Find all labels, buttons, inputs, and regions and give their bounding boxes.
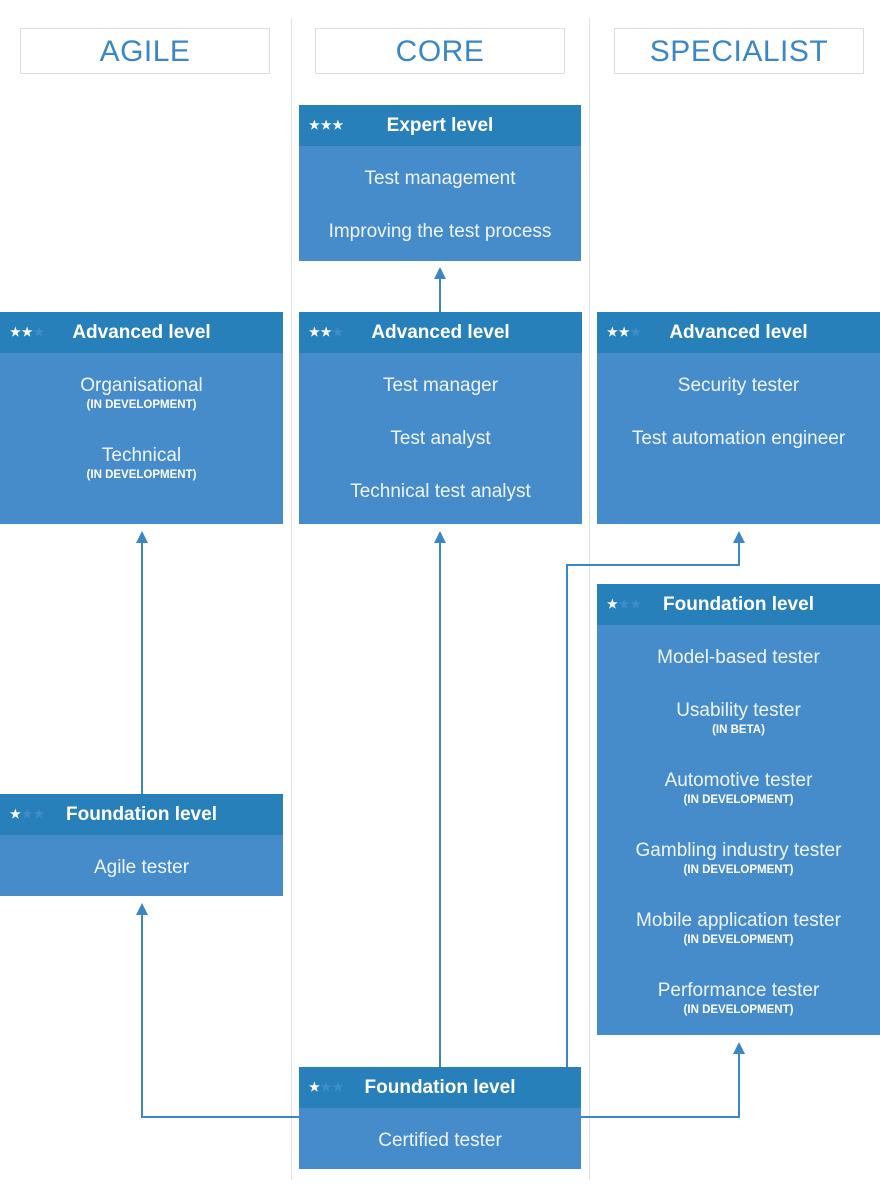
specialist-foundation-box: ★★★ Foundation level Model-based tester Usa…	[597, 584, 880, 1035]
star-icon: ★	[33, 807, 46, 821]
certification-item: Technical test analyst	[350, 481, 531, 502]
star-icon: ★	[618, 597, 631, 611]
level-body: Test management Improving the test proces…	[299, 146, 581, 258]
level-body: Agile tester	[0, 835, 283, 894]
core-advanced-box: ★★★ Advanced level Test manager Test analys…	[299, 312, 582, 524]
connector-line	[581, 1049, 740, 1118]
level-body: Model-based tester Usability tester (IN BE…	[597, 625, 880, 1017]
level-title: Advanced level	[669, 322, 808, 343]
certification-item: Certified tester	[378, 1130, 502, 1151]
level-title: Expert level	[386, 115, 494, 136]
certification-item: Test automation engineer	[631, 428, 846, 449]
level-body: Security tester Test automation engineer	[597, 353, 880, 465]
star-rating: ★★★	[607, 584, 642, 625]
level-header: ★★★ Expert level	[299, 105, 581, 146]
level-body: Organisational (IN DEVELOPMENT) Technical(…	[0, 353, 283, 482]
certification-item: Security tester	[677, 375, 800, 396]
certification-item: Test analyst	[390, 428, 491, 449]
level-header: ★★★ Foundation level	[597, 584, 880, 625]
star-icon: ★	[309, 118, 321, 132]
level-body: Certified tester	[299, 1108, 581, 1167]
star-icon: ★	[607, 325, 619, 339]
star-icon: ★	[618, 325, 631, 339]
star-rating: ★★★	[309, 105, 344, 146]
certification-item: Test management	[364, 168, 516, 189]
certification-item: Model-based tester	[657, 647, 820, 668]
star-icon: ★	[630, 597, 643, 611]
level-header: ★★★ Advanced level	[299, 312, 582, 353]
star-icon: ★	[320, 118, 333, 132]
arrowhead-icon	[733, 531, 745, 543]
star-icon: ★	[332, 1080, 345, 1094]
star-icon: ★	[21, 325, 34, 339]
star-icon: ★	[10, 325, 22, 339]
level-title: Foundation level	[364, 1077, 516, 1098]
star-rating: ★★★	[309, 1067, 344, 1108]
arrowhead-icon	[136, 903, 148, 915]
arrowhead-icon	[136, 531, 148, 543]
certification-item: Agile tester	[93, 857, 190, 878]
level-title: Advanced level	[72, 322, 211, 343]
certification-item: Improving the test process	[328, 221, 552, 242]
star-icon: ★	[309, 325, 321, 339]
core-expert-box: ★★★ Expert level Test management Improving …	[299, 105, 581, 261]
certification-diagram: AGILE CORE SPECIALIST ★★★ Expert level Tes…	[0, 0, 880, 1200]
star-icon: ★	[21, 807, 34, 821]
status-note: (IN DEVELOPMENT)	[683, 1004, 794, 1016]
star-rating: ★★★	[309, 312, 344, 353]
agile-advanced-box: ★★★ Advanced level Organisational (IN DEVEL…	[0, 312, 283, 524]
level-header: ★★★ Advanced level	[597, 312, 880, 353]
level-title: Advanced level	[371, 322, 510, 343]
star-icon: ★	[332, 118, 345, 132]
agile-foundation-box: ★★★ Foundation level Agile tester	[0, 794, 283, 896]
status-note: (IN DEVELOPMENT)	[86, 469, 197, 481]
star-icon: ★	[630, 325, 643, 339]
level-header: ★★★ Foundation level	[299, 1067, 581, 1108]
certification-item: Test manager	[382, 375, 499, 396]
arrowhead-icon	[733, 1042, 745, 1054]
arrowhead-icon	[434, 267, 446, 279]
star-icon: ★	[320, 325, 333, 339]
level-body: Test manager Test analyst Technical test a…	[299, 353, 582, 518]
level-title: Foundation level	[66, 804, 217, 825]
star-icon: ★	[10, 807, 22, 821]
level-header: ★★★ Advanced level	[0, 312, 283, 353]
connector-line	[141, 910, 299, 1118]
specialist-advanced-box: ★★★ Advanced level Security tester Test aut…	[597, 312, 880, 524]
star-icon: ★	[607, 597, 619, 611]
status-note: (IN DEVELOPMENT)	[86, 399, 197, 411]
star-icon: ★	[320, 1080, 333, 1094]
level-title: Foundation level	[663, 594, 814, 615]
star-icon: ★	[309, 1080, 321, 1094]
star-rating: ★★★	[10, 312, 45, 353]
status-note: (IN DEVELOPMENT)	[683, 794, 794, 806]
level-header: ★★★ Foundation level	[0, 794, 283, 835]
star-rating: ★★★	[607, 312, 642, 353]
status-note: (IN BETA)	[712, 724, 765, 736]
arrowhead-icon	[434, 531, 446, 543]
star-icon: ★	[332, 325, 345, 339]
star-icon: ★	[33, 325, 46, 339]
core-foundation-box: ★★★ Foundation level Certified tester	[299, 1067, 581, 1169]
star-rating: ★★★	[10, 794, 45, 835]
